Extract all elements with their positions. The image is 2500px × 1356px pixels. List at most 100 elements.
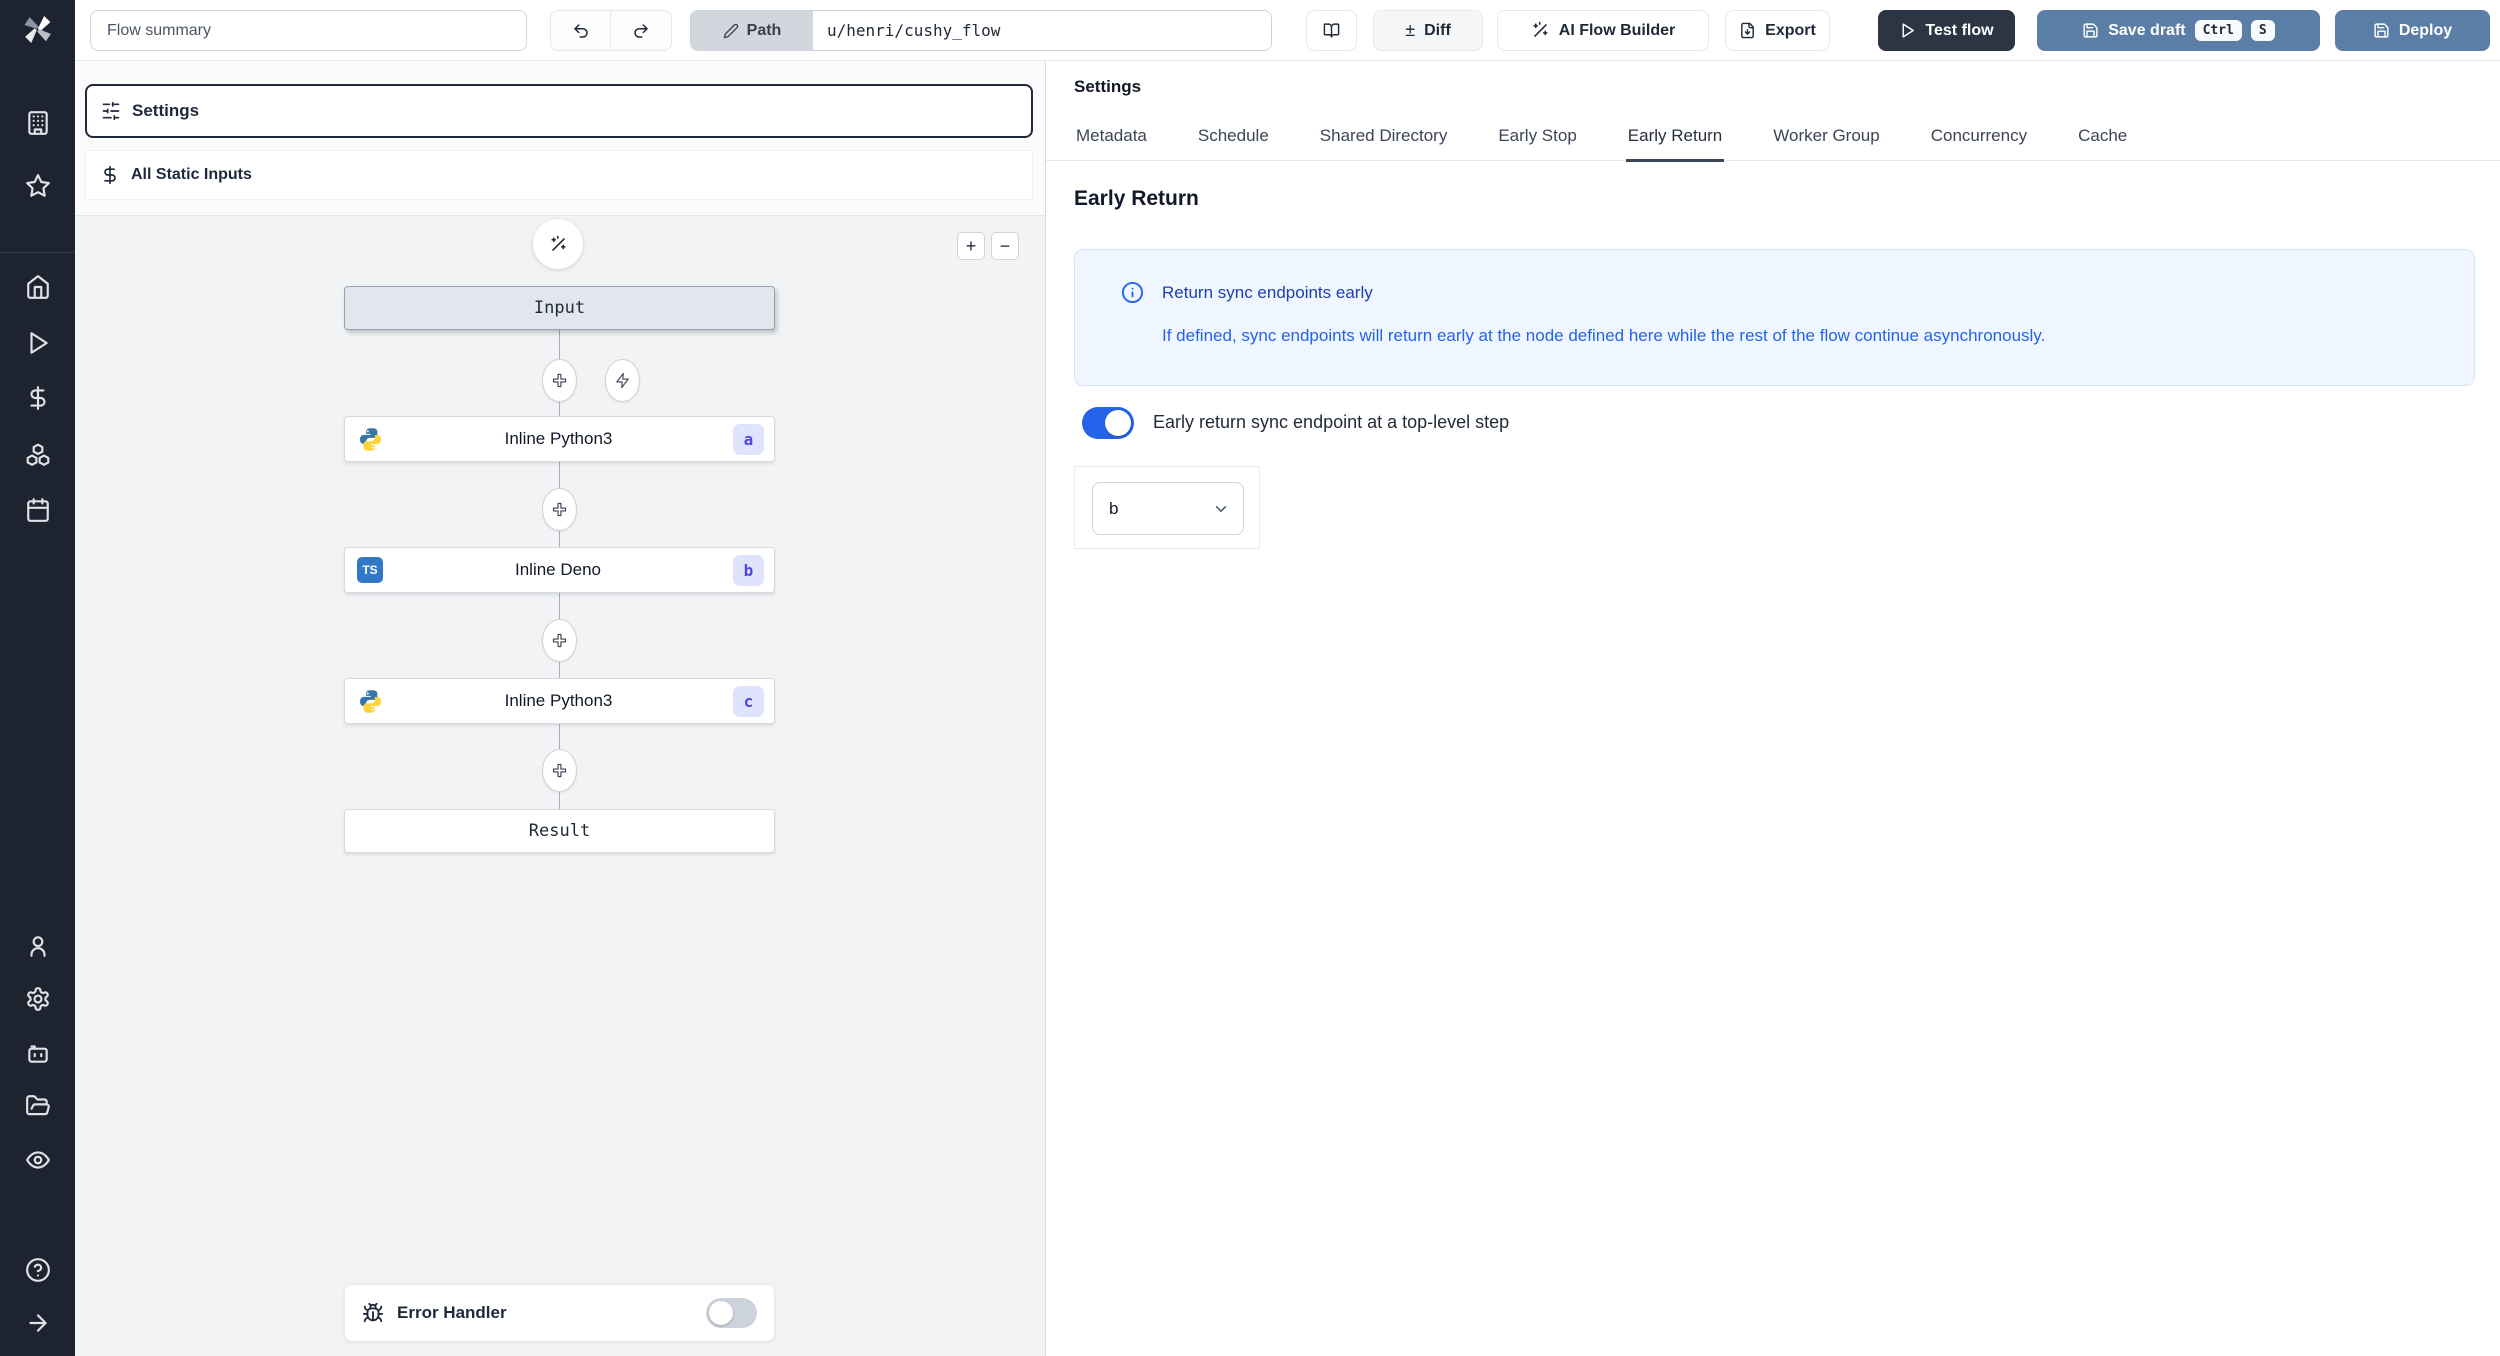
info-icon [1121,281,1144,304]
sidebar-divider [0,252,75,253]
add-step-button[interactable] [542,488,577,531]
flow-graph-panel: Settings All Static Inputs + − Input Inl… [75,61,1045,1356]
tab-metadata[interactable]: Metadata [1074,126,1149,160]
folders-icon[interactable] [25,1093,51,1119]
audit-eye-icon[interactable] [25,1147,51,1173]
app-sidebar [0,0,75,1356]
toggle-knob [709,1301,733,1325]
all-static-inputs-button[interactable]: All Static Inputs [85,150,1033,200]
error-handler-toggle[interactable] [706,1298,757,1328]
save-draft-label: Save draft [2108,21,2186,39]
path-label: Path [746,21,782,39]
zoom-in-button[interactable]: + [957,232,985,260]
test-flow-label: Test flow [1925,21,1994,39]
flow-settings-button[interactable]: Settings [85,84,1033,138]
settings-panel: Settings Metadata Schedule Shared Direct… [1045,61,2500,1356]
wand-icon [1533,21,1548,37]
diff-button[interactable]: ± Diff [1373,10,1483,51]
node-result[interactable]: Result [344,809,775,853]
tab-worker-group[interactable]: Worker Group [1771,126,1881,160]
resources-boxes-icon[interactable] [25,442,51,468]
settings-tabs: Metadata Schedule Shared Directory Early… [1046,113,2500,162]
ai-bot-icon[interactable] [25,1040,51,1066]
toggle-knob [1105,409,1131,436]
node-step-b[interactable]: TS Inline Deno b [344,547,775,593]
export-label: Export [1765,21,1816,39]
editor-toolbar: Path ± Diff AI Flow Builder Export Test … [75,0,2500,61]
node-step-c[interactable]: Inline Python3 c [344,678,775,724]
early-return-toggle-row: Early return sync endpoint at a top-leve… [1082,406,1509,439]
tab-shared-directory[interactable]: Shared Directory [1318,126,1450,160]
plus-icon [552,763,567,778]
runs-play-icon[interactable] [25,330,51,356]
deploy-button[interactable]: Deploy [2335,10,2490,51]
add-trigger-button[interactable] [605,359,640,402]
plus-minus-icon: ± [1405,20,1416,40]
tab-early-return[interactable]: Early Return [1625,126,1725,162]
info-box-title: Return sync endpoints early [1162,283,1373,302]
test-flow-button[interactable]: Test flow [1878,10,2015,51]
early-return-toggle-label: Early return sync endpoint at a top-leve… [1153,412,1510,432]
book-open-icon [1323,23,1340,38]
typescript-icon: TS [357,557,383,583]
graph-ai-wand-button[interactable] [533,219,583,269]
ai-flow-builder-button[interactable]: AI Flow Builder [1497,10,1709,51]
add-step-button[interactable] [542,749,577,792]
help-icon[interactable] [25,1257,51,1283]
early-return-toggle[interactable] [1082,406,1134,439]
file-export-icon [1741,22,1755,39]
path-input[interactable] [813,11,1271,50]
node-step-label: Inline Deno [514,560,601,579]
python-icon [360,427,381,451]
zoom-out-button[interactable]: − [991,232,1019,260]
node-input[interactable]: Input [344,286,775,330]
node-step-label: Inline Python3 [504,429,613,448]
user-icon[interactable] [25,933,51,959]
all-static-inputs-label: All Static Inputs [131,166,252,183]
node-step-a[interactable]: Inline Python3 a [344,416,775,462]
tab-early-stop[interactable]: Early Stop [1496,126,1578,160]
node-step-badge: b [733,554,764,586]
zap-icon [616,372,629,389]
add-step-button[interactable] [542,359,577,402]
workspace-building-icon[interactable] [25,110,51,136]
path-edit-button[interactable]: Path [691,11,813,50]
play-icon [1902,23,1915,38]
windmill-logo-icon[interactable] [20,12,56,48]
undo-icon [573,23,588,38]
collapse-arrow-right-icon[interactable] [25,1310,51,1336]
flow-settings-label: Settings [132,101,200,120]
ai-flow-builder-label: AI Flow Builder [1558,21,1676,39]
info-box-body: If defined, sync endpoints will return e… [1162,326,2046,345]
export-button[interactable]: Export [1725,10,1830,51]
save-icon [2374,23,2389,38]
tab-schedule[interactable]: Schedule [1196,126,1271,160]
save-draft-button[interactable]: Save draft Ctrl S [2037,10,2320,51]
save-icon [2083,23,2098,38]
diff-label: Diff [1424,21,1451,39]
tab-cache[interactable]: Cache [2076,126,2129,160]
step-select-container: b [1074,466,1260,549]
dollar-icon [104,165,116,185]
shortcut-ctrl-badge: Ctrl [2194,20,2242,41]
add-step-button[interactable] [542,619,577,662]
early-return-info-box: Return sync endpoints early If defined, … [1074,249,2475,386]
redo-button[interactable] [611,11,671,50]
tab-concurrency[interactable]: Concurrency [1929,126,2029,160]
path-field-group: Path [690,10,1272,51]
undo-button[interactable] [551,11,612,50]
redo-icon [634,23,648,38]
home-icon[interactable] [25,274,51,300]
settings-gear-icon[interactable] [25,986,51,1012]
python-icon [360,689,381,713]
selected-step-value: b [1109,498,1119,518]
flow-graph-canvas[interactable]: + − Input Inline Python3 a TS Inline Den… [75,215,1045,1356]
node-step-badge: a [733,423,764,455]
flow-summary-input[interactable] [90,10,527,51]
variables-dollar-icon[interactable] [25,385,51,411]
early-return-step-select[interactable]: b [1092,482,1244,535]
schedules-calendar-icon[interactable] [25,497,51,523]
favorites-star-icon[interactable] [25,173,51,199]
error-handler-box[interactable]: Error Handler [344,1284,775,1342]
docs-button[interactable] [1306,10,1357,51]
